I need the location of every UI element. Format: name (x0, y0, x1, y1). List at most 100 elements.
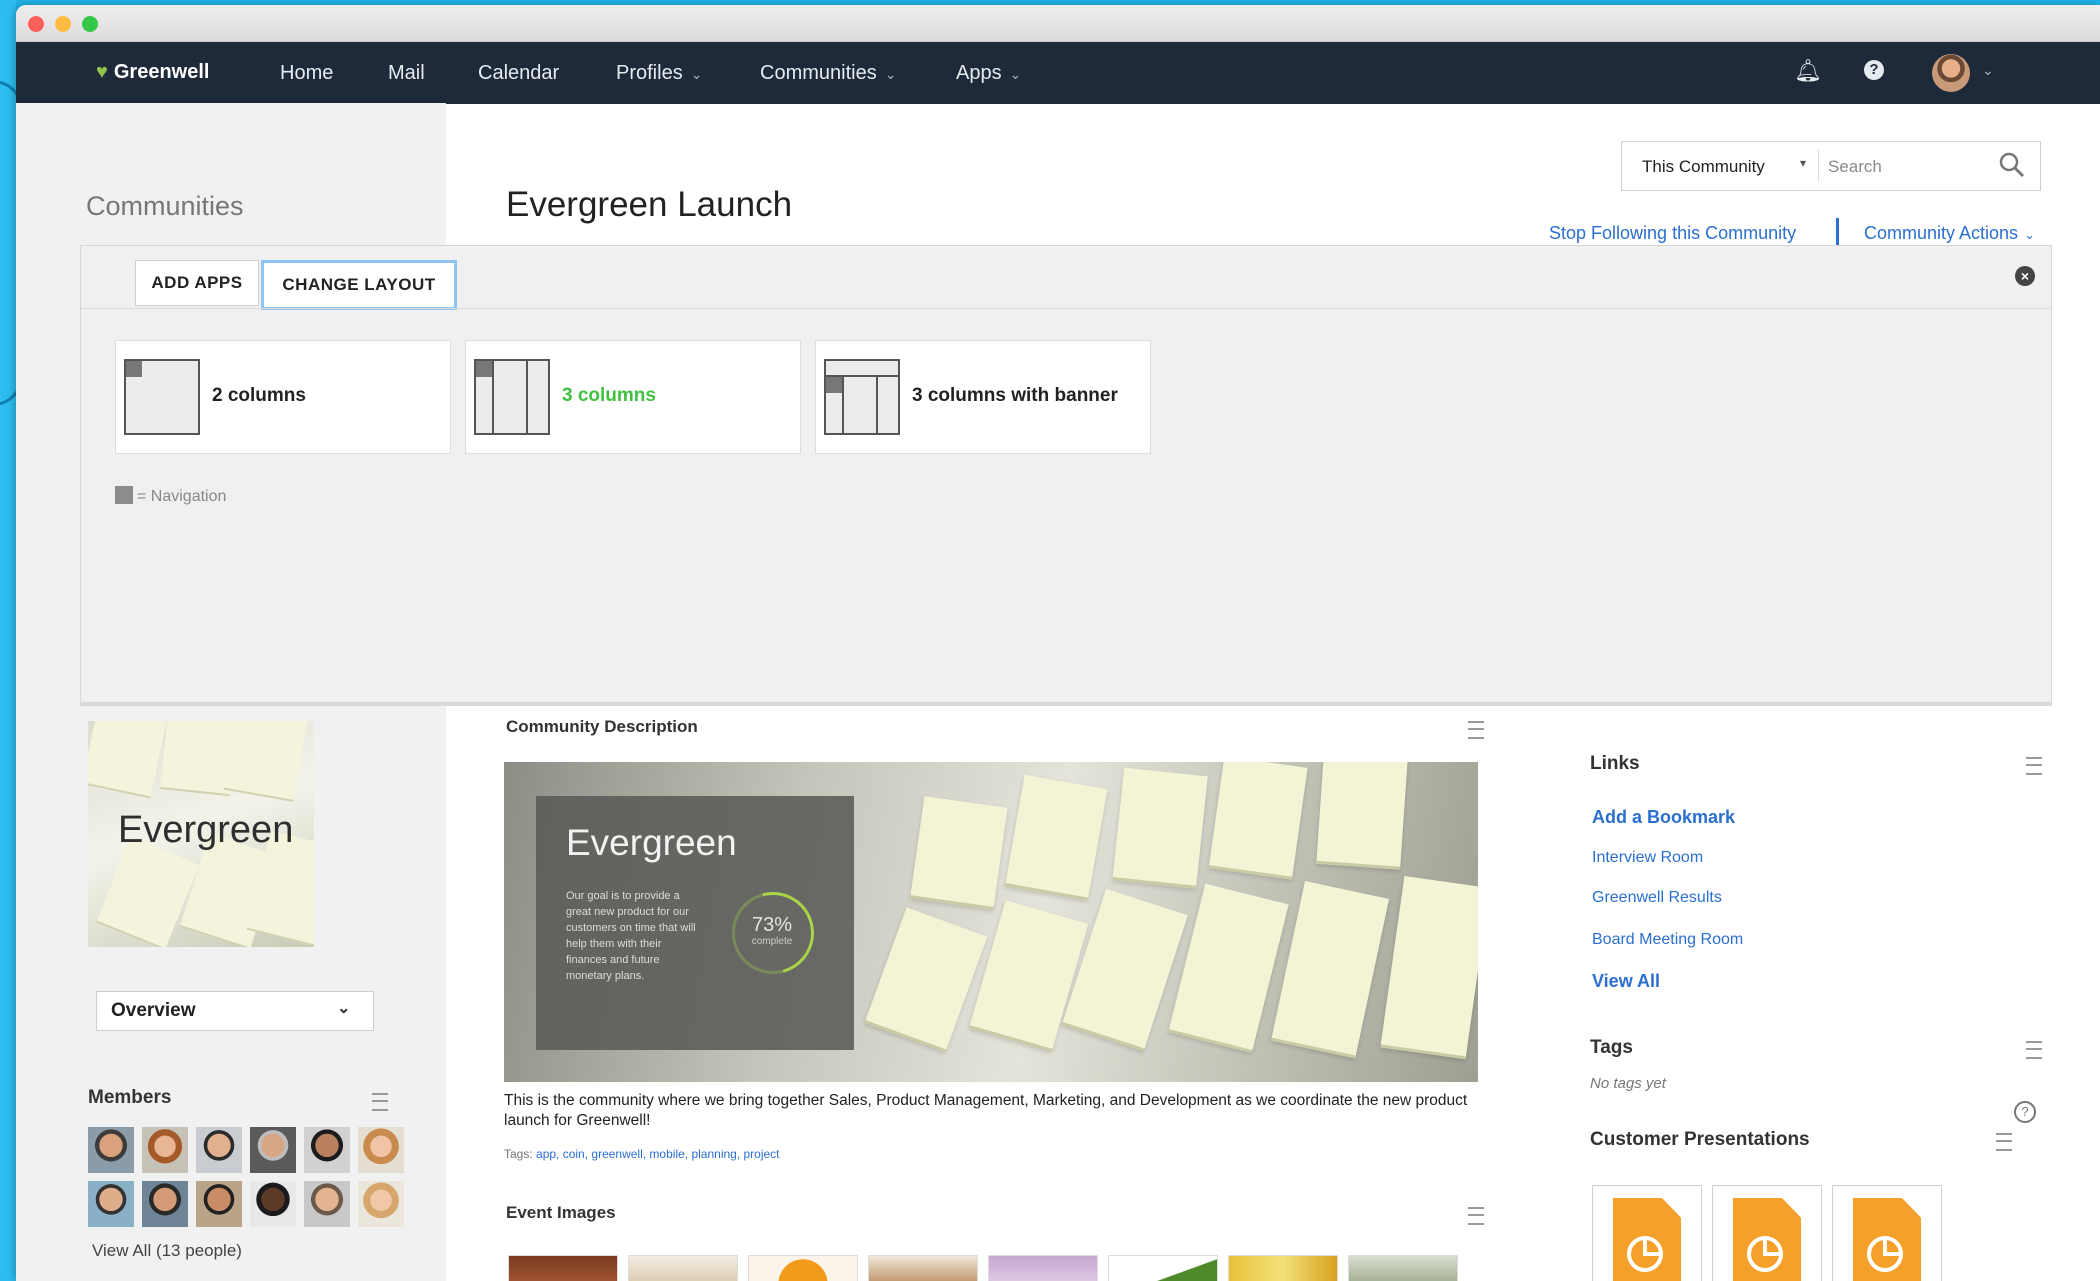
tag-links[interactable]: app, coin, greenwell, mobile, planning, … (536, 1147, 779, 1161)
avatar[interactable] (142, 1181, 188, 1227)
banner-card: Evergreen Our goal is to provide a great… (536, 796, 854, 1050)
nav-profiles[interactable]: Profiles ⌄ (616, 62, 702, 85)
nav-home[interactable]: Home (280, 62, 333, 85)
three-column-layout-icon (474, 359, 550, 435)
avatar[interactable] (142, 1127, 188, 1173)
links-title: Links (1590, 753, 1640, 774)
close-icon[interactable]: × (2015, 266, 2035, 286)
search-input[interactable]: Search (1828, 157, 1882, 177)
menu-icon[interactable] (372, 1093, 388, 1111)
tab-change-layout[interactable]: CHANGE LAYOUT (261, 260, 457, 310)
add-bookmark-link[interactable]: Add a Bookmark (1592, 807, 1735, 828)
event-image-thumbnail[interactable] (508, 1255, 618, 1281)
chevron-down-icon[interactable]: ⌄ (1982, 62, 1994, 79)
layout-option-3-columns[interactable]: 3 columns (465, 340, 801, 454)
tags-empty-message: No tags yet (1590, 1075, 1666, 1092)
progress-label: complete (751, 936, 793, 947)
browser-window: ♥ Greenwell Home Mail Calendar Profiles ⌄ … (16, 5, 2100, 1281)
leaf-icon: ♥ (96, 61, 108, 83)
menu-icon[interactable] (1996, 1133, 2012, 1151)
members-view-all-link[interactable]: View All (13 people) (92, 1241, 242, 1261)
nav-communities[interactable]: Communities ⌄ (760, 62, 896, 85)
brand-logo[interactable]: ♥ Greenwell (96, 61, 209, 84)
layout-option-3-columns-banner[interactable]: 3 columns with banner (815, 340, 1151, 454)
layout-option-2-columns[interactable]: 2 columns (115, 340, 451, 454)
banner-title: Evergreen (566, 822, 737, 863)
maximize-window-button[interactable] (82, 16, 98, 32)
avatar[interactable] (1932, 54, 1970, 92)
minimize-window-button[interactable] (55, 16, 71, 32)
search-bar: This Community ▾ Search (1621, 141, 2041, 191)
chevron-down-icon: ⌄ (884, 66, 897, 82)
close-window-button[interactable] (28, 16, 44, 32)
two-column-layout-icon (124, 359, 200, 435)
nav-apps[interactable]: Apps ⌄ (956, 62, 1021, 85)
nav-home-label: Home (280, 62, 334, 84)
stop-following-link[interactable]: Stop Following this Community (1549, 223, 1796, 244)
avatar[interactable] (304, 1127, 350, 1173)
breadcrumb[interactable]: Communities (86, 191, 244, 222)
view-select[interactable]: Overview ⌄ (96, 991, 374, 1031)
event-image-thumbnail[interactable] (988, 1255, 1098, 1281)
description-tags: Tags: app, coin, greenwell, mobile, plan… (504, 1147, 780, 1161)
community-actions-menu[interactable]: Community Actions ⌄ (1864, 223, 2035, 244)
event-images-title: Event Images (506, 1203, 616, 1222)
page-title: Evergreen Launch (506, 185, 793, 224)
event-image-thumbnail[interactable] (748, 1255, 858, 1281)
nav-calendar[interactable]: Calendar (478, 62, 559, 85)
banner-body: Our goal is to provide a great new produ… (566, 890, 696, 982)
divider (1818, 150, 1819, 182)
layout-option-label: 3 columns with banner (912, 385, 1118, 406)
customer-presentations-title: Customer Presentations (1590, 1129, 1810, 1150)
avatar[interactable] (196, 1127, 242, 1173)
menu-icon[interactable] (2026, 1041, 2042, 1059)
tab-add-apps[interactable]: ADD APPS (135, 260, 259, 306)
avatar[interactable] (358, 1127, 404, 1173)
link-item[interactable]: Board Meeting Room (1592, 931, 1743, 949)
search-scope-select[interactable]: This Community (1642, 157, 1765, 177)
nav-communities-label: Communities (760, 62, 877, 84)
bell-icon[interactable]: 🔔︎ (1794, 58, 1822, 84)
navigation-legend: = Navigation (115, 486, 226, 506)
caret-down-icon[interactable]: ▾ (1800, 156, 1806, 170)
presentation-file[interactable] (1592, 1185, 1702, 1281)
presentation-file[interactable] (1712, 1185, 1822, 1281)
divider (1836, 218, 1839, 246)
community-logo: Evergreen (88, 721, 314, 947)
search-icon[interactable] (1997, 150, 2027, 180)
community-actions-label: Community Actions (1864, 223, 2019, 243)
menu-icon[interactable] (2026, 757, 2042, 775)
avatar[interactable] (88, 1127, 134, 1173)
nav-mail-label: Mail (388, 62, 425, 84)
avatar[interactable] (250, 1181, 296, 1227)
event-image-thumbnail[interactable] (1228, 1255, 1338, 1281)
avatar[interactable] (250, 1127, 296, 1173)
event-image-thumbnail[interactable] (628, 1255, 738, 1281)
layout-panel: ADD APPS CHANGE LAYOUT × 2 columns 3 col… (80, 245, 2052, 706)
chevron-down-icon: ⌄ (1009, 66, 1022, 82)
top-navigation-bar: ♥ Greenwell Home Mail Calendar Profiles ⌄ … (16, 42, 2100, 104)
layout-option-label: 2 columns (212, 385, 306, 406)
view-select-value: Overview (111, 1000, 196, 1021)
avatar[interactable] (196, 1181, 242, 1227)
avatar[interactable] (358, 1181, 404, 1227)
links-view-all[interactable]: View All (1592, 971, 1660, 992)
divider (81, 308, 2051, 309)
chevron-down-icon: ⌄ (2024, 227, 2035, 242)
event-image-thumbnail[interactable] (1108, 1255, 1218, 1281)
layout-option-label: 3 columns (562, 385, 656, 406)
help-icon[interactable]: ? (1864, 60, 1884, 80)
link-item[interactable]: Greenwell Results (1592, 889, 1722, 907)
nav-profiles-label: Profiles (616, 62, 683, 84)
avatar[interactable] (304, 1181, 350, 1227)
nav-mail[interactable]: Mail (388, 62, 425, 85)
event-image-thumbnail[interactable] (868, 1255, 978, 1281)
presentation-file[interactable] (1832, 1185, 1942, 1281)
help-icon[interactable]: ? (2014, 1101, 2036, 1123)
members-title: Members (88, 1087, 172, 1108)
avatar[interactable] (88, 1181, 134, 1227)
link-item[interactable]: Interview Room (1592, 849, 1703, 867)
event-image-thumbnail[interactable] (1348, 1255, 1458, 1281)
menu-icon[interactable] (1468, 721, 1484, 739)
menu-icon[interactable] (1468, 1207, 1484, 1225)
